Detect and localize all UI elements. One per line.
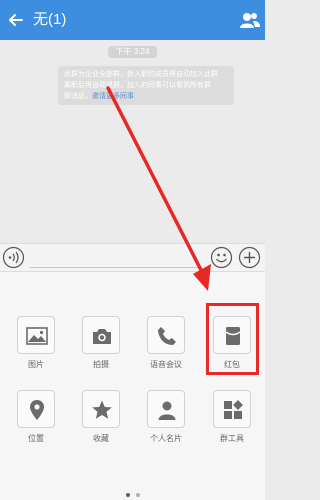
title-bar: 无(1) xyxy=(0,0,265,40)
voice-input-icon[interactable] xyxy=(2,246,25,269)
back-arrow-icon[interactable] xyxy=(6,10,26,30)
panel-item-favorites[interactable]: 收藏 xyxy=(70,390,132,450)
panel-item-camera[interactable]: 拍摄 xyxy=(70,316,132,376)
group-tools-icon xyxy=(224,400,243,419)
location-icon xyxy=(30,400,44,420)
image-icon xyxy=(26,327,48,345)
chat-area[interactable]: 下午 3:24 此群为企业全部群，新入职的成员将自动加入此群 离职后将自动退群，… xyxy=(0,40,265,243)
panel-item-image[interactable]: 图片 xyxy=(5,316,67,376)
panel-item-label: 语音会议 xyxy=(150,360,182,369)
page-dot-active xyxy=(125,493,130,497)
panel-item-label: 图片 xyxy=(28,360,44,369)
phone-icon xyxy=(158,327,176,345)
invite-colleagues-link[interactable]: 邀请更多同事 xyxy=(92,93,134,100)
panel-item-voice-meeting[interactable]: 语音会议 xyxy=(135,316,197,376)
star-icon xyxy=(92,400,112,419)
input-bar xyxy=(0,243,265,272)
panel-item-label: 收藏 xyxy=(93,434,109,443)
panel-item-label: 拍摄 xyxy=(93,360,109,369)
system-message: 此群为企业全部群，新入职的成员将自动加入此群 离职后将自动退群，加入的同事可以看… xyxy=(58,66,234,105)
system-message-line-2: 离职后将自动退群，加入的同事可以看到所有群 xyxy=(64,82,211,89)
person-icon xyxy=(158,401,176,420)
message-timestamp: 下午 3:24 xyxy=(107,46,158,58)
panel-item-label: 群工具 xyxy=(220,434,244,443)
page-indicator xyxy=(0,484,265,500)
camera-icon xyxy=(93,329,111,344)
panel-item-contact-card[interactable]: 个人名片 xyxy=(135,390,197,450)
chat-title: 无(1) xyxy=(33,11,67,28)
system-message-line-1: 此群为企业全部群，新入职的成员将自动加入此群 xyxy=(64,71,218,78)
emoji-icon[interactable] xyxy=(210,246,233,269)
group-members-icon[interactable] xyxy=(239,9,261,31)
more-plus-icon[interactable] xyxy=(238,246,261,269)
system-message-line-3: 聊消息， xyxy=(64,93,92,100)
panel-item-label: 位置 xyxy=(28,434,44,443)
panel-item-location[interactable]: 位置 xyxy=(5,390,67,450)
message-input[interactable] xyxy=(30,267,202,268)
page-dot xyxy=(135,493,140,497)
panel-item-group-tools[interactable]: 群工具 xyxy=(201,390,263,450)
annotation-highlight-box xyxy=(206,303,259,375)
panel-item-label: 个人名片 xyxy=(150,434,182,443)
